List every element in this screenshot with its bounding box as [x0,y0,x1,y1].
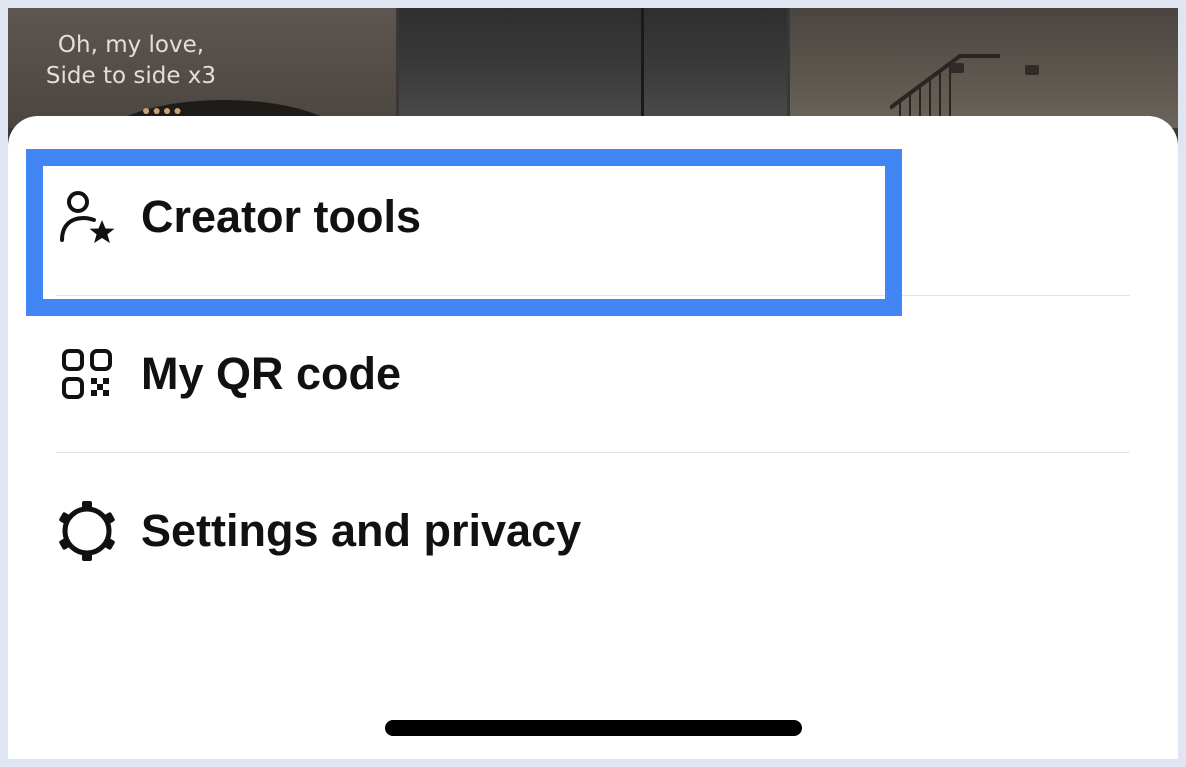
video-thumbnail[interactable] [790,8,1178,128]
bottom-sheet-menu: Creator tools My QR code Settings and pr… [8,116,1178,759]
menu-item-label: My QR code [141,347,402,399]
qr-code-icon [62,348,112,399]
menu-item-creator-tools[interactable]: Creator tools [8,138,1178,295]
person-star-icon [60,190,115,243]
thumbnail-ceiling-light [1025,65,1039,75]
thumbnail-door-edge [641,8,644,128]
menu-item-label: Settings and privacy [141,504,582,556]
video-thumbnail[interactable]: Oh, my love, Side to side x3 ●●●● [8,8,396,128]
menu-item-label: Creator tools [141,190,422,242]
home-indicator[interactable] [385,720,802,736]
gear-icon [59,500,115,561]
menu-item-my-qr-code[interactable]: My QR code [8,295,1178,452]
menu-item-settings-and-privacy[interactable]: Settings and privacy [8,452,1178,609]
thumbnail-caption: Oh, my love, Side to side x3 [45,32,217,89]
thumbnail-ceiling-light [950,63,964,73]
video-thumbnail[interactable] [399,8,787,128]
